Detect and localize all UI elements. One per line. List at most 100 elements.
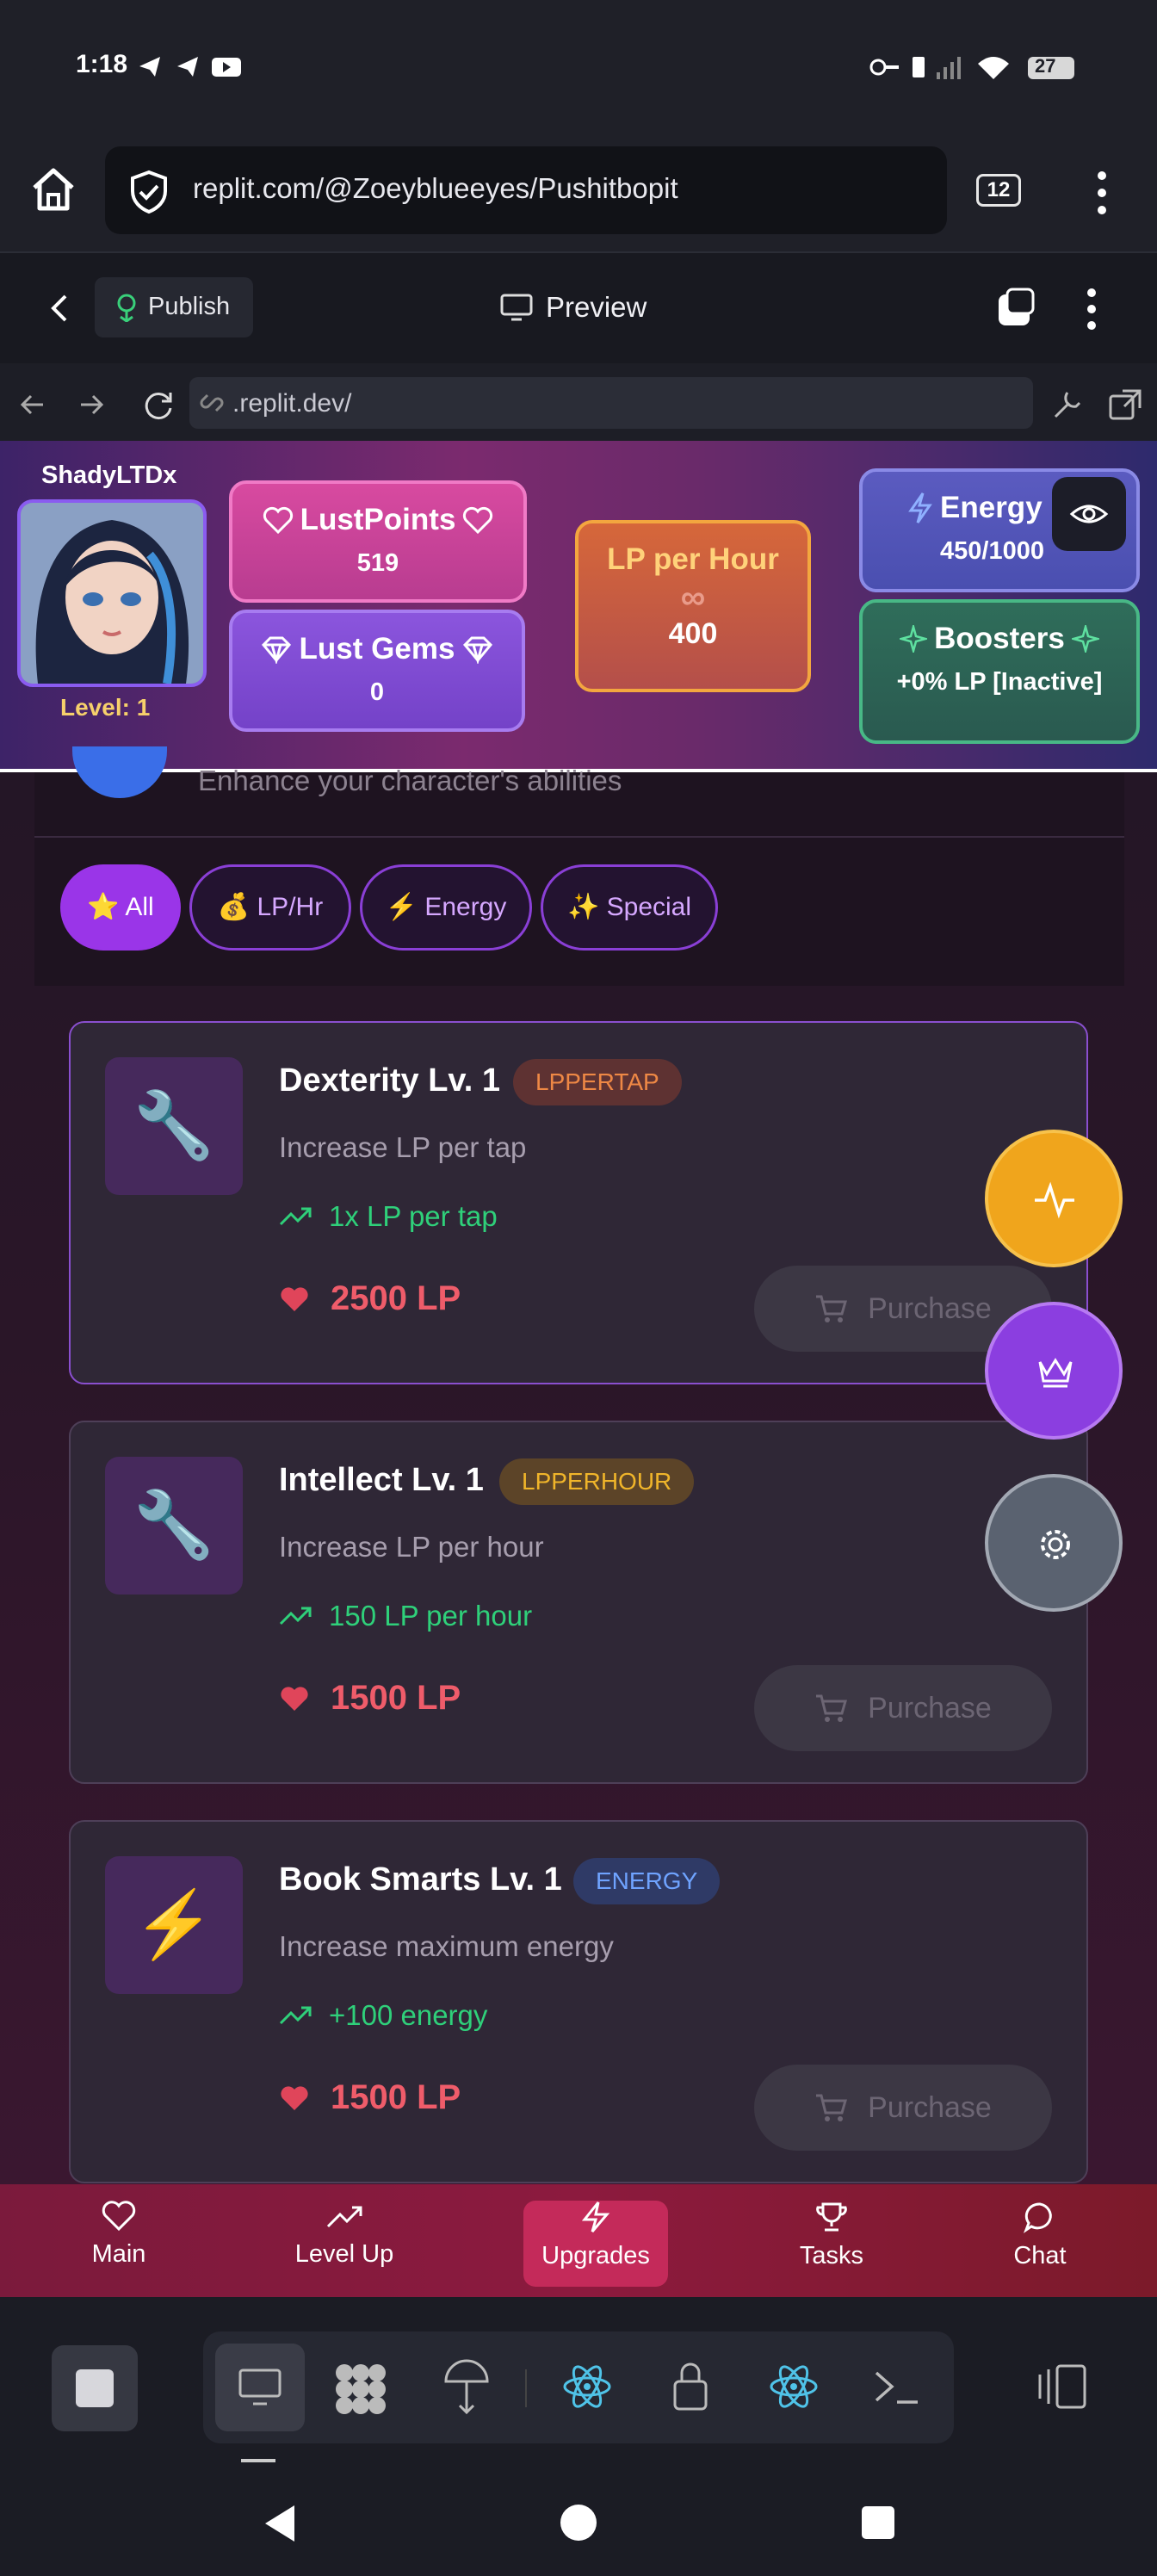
gear-icon (1041, 1530, 1070, 1559)
publish-label: Publish (148, 293, 231, 320)
upgrade-effect: 1x LP per tap (329, 1200, 498, 1232)
recents-icon[interactable] (861, 2505, 895, 2540)
back-chevron-icon[interactable] (46, 291, 72, 325)
filter-chip-all[interactable]: ⭐ All (60, 864, 181, 951)
heart-icon (463, 506, 493, 534)
sparkle-icon (900, 625, 928, 653)
react-icon[interactable] (561, 2361, 613, 2412)
upgrade-card-book-smarts: ⚡ Book Smarts Lv. 1 ENERGY Increase maxi… (69, 1820, 1088, 2183)
lightning-icon (908, 492, 932, 523)
window-switch-icon[interactable] (995, 286, 1038, 329)
link-icon (200, 393, 224, 412)
nav-label: Level Up (294, 2240, 394, 2268)
nav-upgrades[interactable]: Upgrades (523, 2201, 668, 2287)
purchase-label: Purchase (868, 1291, 992, 1325)
upgrade-cost: 2500 LP (331, 1279, 461, 1317)
purchase-label: Purchase (868, 2090, 992, 2124)
lust-gems-label: Lust Gems (299, 632, 455, 666)
lust-points-label: LustPoints (300, 503, 456, 536)
sparkle-icon (1071, 625, 1099, 653)
trending-up-icon (326, 2206, 362, 2228)
deploy-icon[interactable] (442, 2359, 491, 2416)
heart-icon (281, 1686, 308, 1711)
upgrade-type-badge: LPPERTAP (513, 1059, 682, 1105)
nav-chat[interactable]: Chat (997, 2201, 1083, 2287)
upgrade-effect: +100 energy (329, 1999, 488, 2031)
webview-address-bar[interactable]: .replit.dev/ (189, 377, 1033, 429)
wrench-icon: 🔧 (105, 1457, 243, 1595)
player-avatar[interactable] (17, 499, 207, 687)
cart-icon (816, 2094, 848, 2121)
toggle-visibility-button[interactable] (1052, 477, 1126, 551)
heart-icon (102, 2201, 136, 2232)
status-time: 1:18 (76, 50, 128, 78)
nav-label: Tasks (799, 2242, 864, 2269)
filter-chip-energy[interactable]: ⚡ Energy (360, 864, 532, 951)
purchase-button[interactable]: Purchase (754, 2065, 1052, 2151)
upgrade-cost: 1500 LP (331, 2078, 461, 2116)
toolbar-divider (525, 2369, 527, 2407)
back-icon[interactable] (260, 2504, 300, 2543)
lust-gems-card: Lust Gems 0 (229, 610, 525, 732)
purchase-button[interactable]: Purchase (754, 1665, 1052, 1751)
activity-fab[interactable] (985, 1130, 1123, 1267)
section-subtitle: Enhance your character's abilities (198, 765, 622, 796)
heart-icon (281, 1286, 308, 1311)
crown-fab[interactable] (985, 1302, 1123, 1440)
webview-nav-icons[interactable] (17, 389, 181, 420)
monitor-icon (500, 294, 533, 321)
lock-icon[interactable] (671, 2359, 709, 2412)
home-icon[interactable] (29, 165, 77, 214)
lightning-icon (581, 2201, 610, 2232)
filter-chip-special[interactable]: ✨ Special (541, 864, 718, 951)
status-bar: 1:18 27 (0, 0, 1157, 129)
lust-points-value: 519 (356, 549, 399, 577)
workflow-icon[interactable] (332, 2361, 389, 2418)
tab-count-button[interactable]: 12 (976, 174, 1021, 207)
eye-icon (1069, 505, 1109, 523)
gem-icon (463, 636, 493, 664)
upgrade-card-dexterity: 🔧 Dexterity Lv. 1 LPPERTAP Increase LP p… (69, 1021, 1088, 1384)
react-icon[interactable] (768, 2361, 820, 2412)
lp-per-hour-value: 400 (668, 617, 718, 650)
stop-button[interactable] (52, 2345, 138, 2431)
upgrade-description: Increase LP per hour (279, 1531, 544, 1563)
terminal-icon[interactable] (873, 2366, 921, 2407)
publish-button[interactable]: Publish (95, 277, 253, 337)
upgrade-card-intellect: 🔧 Intellect Lv. 1 LPPERHOUR Increase LP … (69, 1421, 1088, 1784)
nav-main[interactable]: Main (76, 2201, 162, 2287)
filter-chip-lp-hr[interactable]: 💰 LP/Hr (189, 864, 351, 951)
replit-menu-icon[interactable] (1083, 286, 1100, 332)
lightning-icon: ⚡ (105, 1856, 243, 1994)
boosters-value: +0% LP [Inactive] (896, 668, 1103, 696)
more-vert-icon[interactable] (1093, 169, 1111, 217)
player-name: ShadyLTDx (41, 461, 177, 489)
split-panel-icon[interactable] (1036, 2362, 1088, 2411)
lust-points-card: LustPoints 519 (229, 480, 527, 603)
heart-icon (263, 506, 293, 534)
lust-gems-value: 0 (369, 678, 385, 706)
chat-bubble-icon (1023, 2202, 1052, 2233)
upgrade-cost: 1500 LP (331, 1679, 461, 1717)
energy-label: Energy (940, 491, 1043, 524)
upgrade-title: Book Smarts Lv. 1 (279, 1861, 562, 1898)
url-text[interactable]: replit.com/@Zoeyblueeyes/Pushitbopit (193, 172, 678, 205)
trophy-icon (816, 2202, 847, 2232)
devtools-icons[interactable] (1050, 387, 1145, 422)
home-circle-icon[interactable] (560, 2504, 597, 2542)
tool-preview-tab[interactable] (215, 2344, 305, 2431)
trending-up-icon (279, 2006, 312, 2025)
settings-fab[interactable] (985, 1474, 1123, 1612)
nav-level-up[interactable]: Level Up (275, 2201, 413, 2287)
active-tool-indicator (241, 2459, 275, 2462)
nav-label: Chat (1013, 2242, 1067, 2269)
lp-per-hour-card: LP per Hour ∞ 400 (575, 520, 811, 692)
upgrade-description: Increase LP per tap (279, 1131, 527, 1163)
crown-icon (1038, 1358, 1073, 1388)
gem-icon (261, 636, 291, 664)
purchase-label: Purchase (868, 1691, 992, 1725)
cart-icon (816, 1295, 848, 1322)
trending-up-icon (279, 1207, 312, 1226)
heart-icon (281, 2085, 308, 2110)
nav-tasks[interactable]: Tasks (789, 2201, 875, 2287)
